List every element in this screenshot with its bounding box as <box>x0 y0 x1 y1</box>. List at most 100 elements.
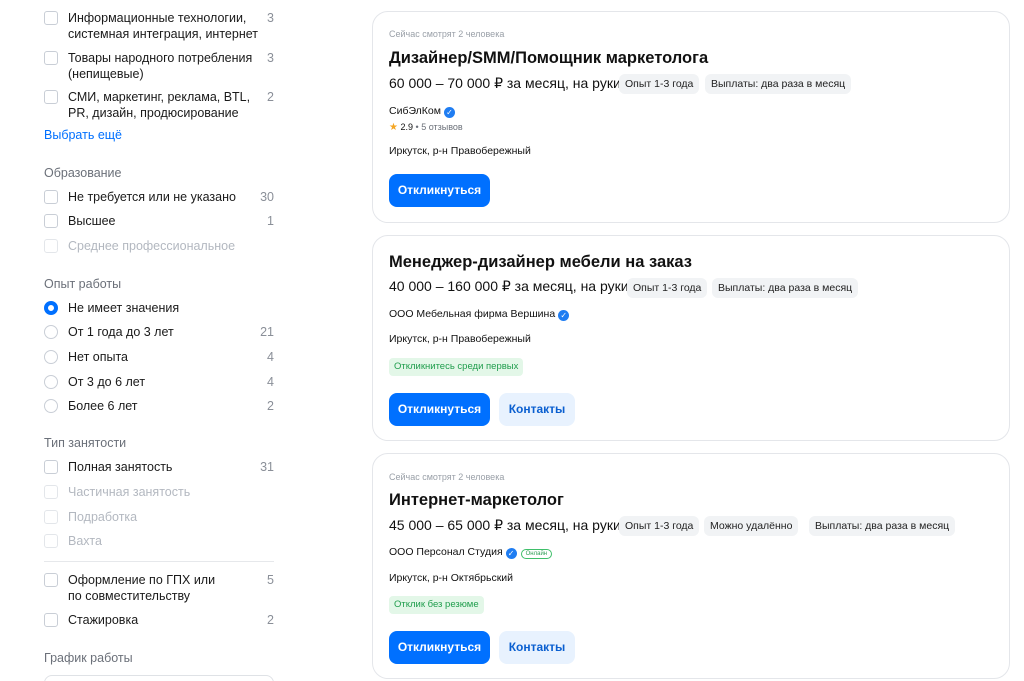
verified-icon: ✓ <box>443 107 455 118</box>
filter-label: От 1 года до 3 лет <box>68 325 174 339</box>
contacts-button[interactable]: Контакты <box>499 631 575 664</box>
filter-experience-6plus[interactable]: Более 6 лет 2 <box>44 398 276 414</box>
section-title-schedule: График работы <box>44 651 133 665</box>
filter-industry-it[interactable]: Информационные технологии, системная инт… <box>44 10 276 42</box>
checkbox[interactable] <box>44 11 58 25</box>
filter-employment-full[interactable]: Полная занятость 31 <box>44 459 276 475</box>
checkbox[interactable] <box>44 90 58 104</box>
filter-count: 1 <box>267 214 274 228</box>
filter-count: 2 <box>267 613 274 627</box>
filters-sidebar: Информационные технологии, системная инт… <box>0 0 290 681</box>
filter-count: 30 <box>260 190 274 204</box>
company-name[interactable]: СибЭлКом ✓ <box>389 105 455 118</box>
vacancy-location: Иркутск, р-н Октябрьский <box>389 572 514 584</box>
checkbox <box>44 239 58 253</box>
hint-badge: Откликнитесь среди первых <box>389 358 524 376</box>
verified-icon: ✓ <box>505 548 517 559</box>
filter-employment-internship[interactable]: Стажировка 2 <box>44 612 276 628</box>
radio[interactable] <box>44 399 58 413</box>
filter-label: Подработка <box>68 510 138 524</box>
filter-label: Более 6 лет <box>68 399 138 413</box>
company-label: ООО Персонал Студия <box>389 546 503 558</box>
filter-experience-none[interactable]: Нет опыта 4 <box>44 349 276 365</box>
company-label: СибЭлКом <box>389 105 441 117</box>
filter-count: 2 <box>267 399 274 413</box>
filter-label: Стажировка <box>68 613 139 627</box>
filter-label: Оформление по ГПХ или по совместительств… <box>68 573 216 603</box>
filter-count: 3 <box>267 11 274 25</box>
verified-icon: ✓ <box>558 310 570 321</box>
company-name[interactable]: ООО Мебельная фирма Вершина ✓ <box>389 308 570 321</box>
filter-label: Не требуется или не указано <box>68 190 236 204</box>
tag-experience: Опыт 1-3 года <box>619 74 700 94</box>
filter-label: Частичная занятость <box>68 485 191 499</box>
checkbox[interactable] <box>44 214 58 228</box>
vacancy-title[interactable]: Менеджер-дизайнер мебели на заказ <box>389 253 692 272</box>
filter-industry-consumer-goods[interactable]: Товары народного потребления (непищевые)… <box>44 50 276 82</box>
vacancy-location: Иркутск, р-н Правобережный <box>389 333 531 345</box>
filter-experience-any[interactable]: Не имеет значения <box>44 300 276 316</box>
filter-experience-1-3[interactable]: От 1 года до 3 лет 21 <box>44 324 276 340</box>
filter-count: 31 <box>260 460 274 474</box>
contacts-button[interactable]: Контакты <box>499 393 575 426</box>
filter-label: Информационные технологии, системная инт… <box>68 11 258 41</box>
filter-employment-side: Подработка <box>44 509 276 525</box>
vacancy-title[interactable]: Интернет-маркетолог <box>389 491 564 510</box>
filter-industry-media[interactable]: СМИ, маркетинг, реклама, BTL, PR, дизайн… <box>44 89 276 121</box>
radio[interactable] <box>44 350 58 364</box>
filter-education-none[interactable]: Не требуется или не указано 30 <box>44 189 276 205</box>
filter-employment-part: Частичная занятость <box>44 484 276 500</box>
section-title-education: Образование <box>44 166 122 180</box>
vacancy-location: Иркутск, р-н Правобережный <box>389 145 531 157</box>
checkbox[interactable] <box>44 613 58 627</box>
radio-selected[interactable] <box>44 301 58 315</box>
filter-count: 4 <box>267 375 274 389</box>
vacancy-card[interactable]: Сейчас смотрят 2 человека Интернет-марке… <box>372 453 1010 679</box>
filter-label: Полная занятость <box>68 460 173 474</box>
filter-label: Не имеет значения <box>68 301 180 315</box>
filter-label: Нет опыта <box>68 350 129 364</box>
vacancy-title[interactable]: Дизайнер/SMM/Помощник маркетолога <box>389 49 708 68</box>
checkbox[interactable] <box>44 190 58 204</box>
filter-label: СМИ, маркетинг, реклама, BTL, PR, дизайн… <box>68 90 251 120</box>
filter-education-higher[interactable]: Высшее 1 <box>44 213 276 229</box>
tag-payments: Выплаты: два раза в месяц <box>712 278 859 298</box>
tag-remote: Можно удалённо <box>704 516 799 536</box>
vacancy-salary: 45 000 – 65 000 ₽ за месяц, на руки <box>389 517 621 533</box>
filter-count: 5 <box>267 573 274 587</box>
filter-employment-gph[interactable]: Оформление по ГПХ или по совместительств… <box>44 572 276 604</box>
vacancy-card[interactable]: Менеджер-дизайнер мебели на заказ 40 000… <box>372 235 1010 441</box>
checkbox <box>44 485 58 499</box>
viewers-count: Сейчас смотрят 2 человека <box>389 472 505 482</box>
filter-label: Среднее профессиональное <box>68 239 236 253</box>
company-label: ООО Мебельная фирма Вершина <box>389 308 556 320</box>
vacancy-card[interactable]: Сейчас смотрят 2 человека Дизайнер/SMM/П… <box>372 11 1010 223</box>
filter-count: 3 <box>267 51 274 65</box>
hint-badge: Отклик без резюме <box>389 596 484 614</box>
checkbox[interactable] <box>44 460 58 474</box>
checkbox[interactable] <box>44 573 58 587</box>
viewers-count: Сейчас смотрят 2 человека <box>389 29 505 39</box>
filter-count: 4 <box>267 350 274 364</box>
tag-experience: Опыт 1-3 года <box>619 516 700 536</box>
tag-payments: Выплаты: два раза в месяц <box>809 516 956 536</box>
section-title-experience: Опыт работы <box>44 277 122 291</box>
checkbox <box>44 510 58 524</box>
apply-button[interactable]: Откликнуться <box>389 631 490 664</box>
tag-experience: Опыт 1-3 года <box>627 278 708 298</box>
reviews-count: 5 отзывов <box>421 122 463 132</box>
radio[interactable] <box>44 325 58 339</box>
filter-education-secondary: Среднее профессиональное <box>44 238 276 254</box>
apply-button[interactable]: Откликнуться <box>389 393 490 426</box>
radio[interactable] <box>44 375 58 389</box>
schedule-select[interactable] <box>44 675 274 681</box>
vacancy-salary: 40 000 – 160 000 ₽ за месяц, на руки <box>389 278 629 294</box>
company-rating[interactable]: ★ 2.9 • 5 отзывов <box>389 122 463 133</box>
apply-button[interactable]: Откликнуться <box>389 174 490 207</box>
company-name[interactable]: ООО Персонал Студия ✓ Онлайн <box>389 546 553 559</box>
filter-experience-3-6[interactable]: От 3 до 6 лет 4 <box>44 374 276 390</box>
filter-count: 21 <box>260 325 274 339</box>
filter-label: Товары народного потребления (непищевые) <box>68 51 253 81</box>
show-more-link[interactable]: Выбрать ещё <box>44 128 122 142</box>
checkbox[interactable] <box>44 51 58 65</box>
